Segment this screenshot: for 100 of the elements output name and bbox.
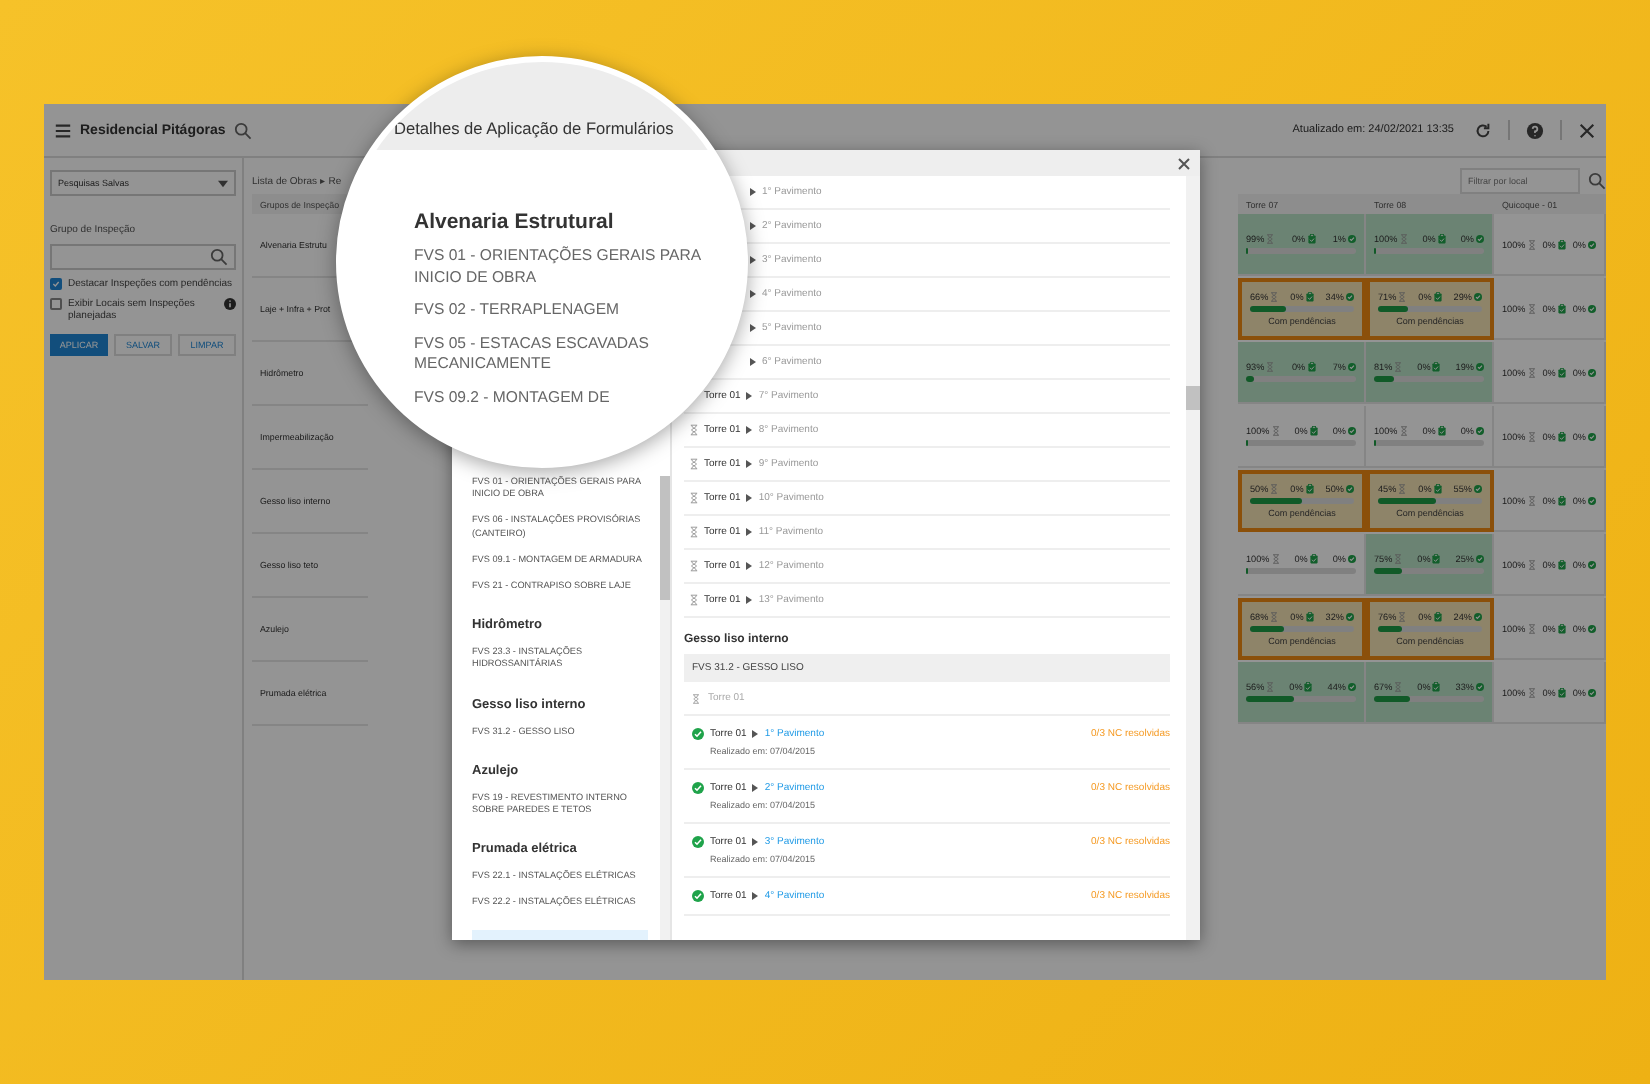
hourglass-icon (1270, 612, 1279, 622)
clipboard-icon (1557, 367, 1566, 377)
arrow-icon (750, 324, 756, 332)
hourglass-icon (1398, 292, 1407, 302)
check-circle-icon (1475, 362, 1484, 372)
arrow-icon (746, 460, 753, 468)
check-circle-icon (1588, 367, 1596, 377)
clipboard-icon (1432, 362, 1441, 372)
arrow-icon (752, 838, 759, 846)
check-circle-icon (1345, 292, 1354, 302)
clipboard-icon (1437, 234, 1446, 244)
clipboard-icon (1432, 554, 1441, 564)
check-circle-icon (1588, 239, 1596, 249)
dialog-title: Detalhes de Aplicação de Formulários (394, 118, 674, 138)
clipboard-icon (1433, 484, 1442, 494)
hourglass-icon (1270, 292, 1279, 302)
check-circle-icon (1476, 426, 1484, 436)
clipboard-icon (1305, 292, 1314, 302)
hourglass-icon (1271, 426, 1280, 436)
info-icon[interactable] (224, 298, 236, 310)
arrow-icon (746, 528, 753, 536)
hourglass-icon (690, 492, 698, 504)
clipboard-icon (1557, 239, 1566, 249)
clipboard-icon (1309, 426, 1318, 436)
scrollbar[interactable] (660, 476, 670, 940)
scrollbar-thumb[interactable] (1186, 386, 1200, 410)
arrow-icon (746, 392, 753, 400)
clipboard-icon (1305, 612, 1314, 622)
check-circle-icon (1588, 495, 1596, 505)
check-circle-icon (1475, 682, 1484, 692)
check-circle-icon (1347, 682, 1356, 692)
input-field[interactable] (50, 244, 236, 270)
clipboard-icon (1309, 554, 1318, 564)
search-icon[interactable] (233, 121, 252, 139)
check-circle-icon (1347, 234, 1356, 244)
arrow-icon (752, 892, 759, 900)
check-circle-icon (1588, 623, 1596, 633)
arrow-icon (746, 562, 753, 570)
check-circle-icon (1475, 554, 1484, 564)
clipboard-icon (1433, 612, 1442, 622)
hourglass-icon (1394, 554, 1403, 564)
hourglass-icon (1394, 362, 1403, 372)
hourglass-icon (1527, 687, 1536, 697)
close-icon[interactable] (1178, 157, 1190, 169)
clipboard-icon (1557, 559, 1566, 569)
clipboard-icon (1557, 623, 1566, 633)
check-circle-icon (1588, 303, 1596, 313)
arrow-icon (750, 290, 756, 298)
arrow-icon (750, 358, 756, 366)
clipboard-icon (1305, 484, 1314, 494)
checkbox[interactable] (50, 298, 62, 310)
hourglass-icon (1266, 234, 1275, 244)
hourglass-icon (1527, 367, 1536, 377)
check-circle-icon (1473, 292, 1482, 302)
hourglass-icon (1266, 682, 1275, 692)
hourglass-icon (1527, 559, 1536, 569)
clipboard-icon (1557, 495, 1566, 505)
refresh-icon[interactable] (1474, 121, 1492, 139)
clipboard-icon (1307, 234, 1316, 244)
arrow-icon (750, 256, 756, 264)
check-circle-icon (1473, 484, 1482, 494)
scrollbar[interactable] (1186, 176, 1200, 940)
hourglass-icon (1527, 623, 1536, 633)
checkbox[interactable] (50, 278, 62, 290)
arrow-icon (752, 784, 759, 792)
check-circle-icon (1348, 426, 1356, 436)
arrow-icon (750, 188, 756, 196)
check-circle-icon (1348, 554, 1356, 564)
hourglass-icon (1271, 554, 1280, 564)
clipboard-icon (1557, 303, 1566, 313)
hourglass-icon (1394, 682, 1403, 692)
menu-icon[interactable] (54, 121, 72, 139)
clipboard-icon (1557, 687, 1566, 697)
check-circle-icon (1345, 612, 1354, 622)
close-icon[interactable] (1578, 121, 1596, 139)
clipboard-icon (1433, 292, 1442, 302)
check-circle-icon (1347, 362, 1356, 372)
search-icon[interactable] (1588, 171, 1606, 189)
hourglass-icon (690, 526, 698, 538)
clipboard-icon (1437, 426, 1446, 436)
help-icon[interactable] (1526, 121, 1544, 139)
check-circle-icon (1588, 431, 1596, 441)
clipboard-icon (1307, 362, 1316, 372)
clipboard-icon (1557, 431, 1566, 441)
check-circle-icon (1588, 687, 1596, 697)
check-circle-icon (1476, 234, 1484, 244)
hourglass-icon (1266, 362, 1275, 372)
clipboard-icon (1304, 682, 1313, 692)
hourglass-icon (1527, 239, 1536, 249)
hourglass-icon (1527, 495, 1536, 505)
check-circle-icon (1473, 612, 1482, 622)
arrow-icon (746, 596, 753, 604)
search-icon[interactable] (210, 248, 228, 266)
arrow-icon (746, 426, 753, 434)
hourglass-icon (1398, 484, 1407, 494)
scrollbar-thumb[interactable] (660, 476, 670, 600)
check-circle-icon (1588, 559, 1596, 569)
hourglass-icon (1527, 303, 1536, 313)
hourglass-icon (690, 594, 698, 606)
hourglass-icon (690, 424, 698, 436)
